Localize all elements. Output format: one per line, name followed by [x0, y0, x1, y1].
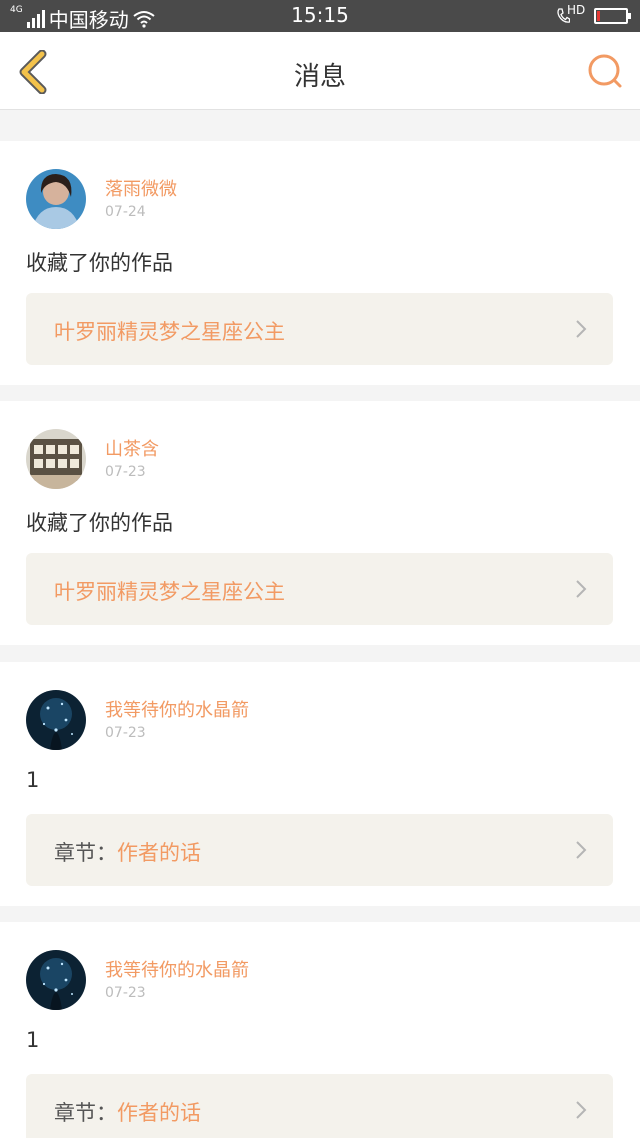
- message-date: 07-23: [105, 985, 146, 1001]
- avatar[interactable]: [26, 950, 86, 1010]
- link-text: 章节：作者的话: [54, 837, 201, 867]
- link-text: 叶罗丽精灵梦之星座公主: [54, 316, 285, 346]
- message-date: 07-23: [105, 725, 146, 741]
- battery-icon: [594, 8, 631, 24]
- header: 消息: [0, 32, 640, 110]
- link-title: 作者的话: [117, 841, 201, 865]
- chevron-right-icon: [576, 1101, 587, 1119]
- page-title: 消息: [293, 62, 346, 92]
- message-text: 收藏了你的作品: [26, 511, 173, 535]
- username[interactable]: 山茶含: [105, 435, 159, 461]
- chevron-right-icon: [576, 320, 587, 338]
- message-date: 07-24: [105, 204, 146, 220]
- work-link[interactable]: 叶罗丽精灵梦之星座公主: [26, 553, 613, 625]
- link-text: 章节：作者的话: [54, 1097, 201, 1127]
- avatar[interactable]: [26, 690, 86, 750]
- username[interactable]: 落雨微微: [105, 175, 177, 201]
- link-text: 叶罗丽精灵梦之星座公主: [54, 576, 285, 606]
- link-title: 作者的话: [117, 1101, 201, 1125]
- username[interactable]: 我等待你的水晶箭: [105, 956, 249, 982]
- back-icon[interactable]: [16, 50, 52, 94]
- work-link[interactable]: 叶罗丽精灵梦之星座公主: [26, 293, 613, 365]
- avatar[interactable]: [26, 429, 86, 489]
- chevron-right-icon: [576, 841, 587, 859]
- search-icon[interactable]: [586, 52, 624, 92]
- message-date: 07-23: [105, 464, 146, 480]
- message-card: 落雨微微 07-24 收藏了你的作品 叶罗丽精灵梦之星座公主: [0, 141, 640, 385]
- link-title: 叶罗丽精灵梦之星座公主: [54, 580, 285, 604]
- link-prefix: 章节：: [54, 1101, 117, 1125]
- chevron-right-icon: [576, 580, 587, 598]
- link-title: 叶罗丽精灵梦之星座公主: [54, 320, 285, 344]
- message-text: 收藏了你的作品: [26, 251, 173, 275]
- link-prefix: 章节：: [54, 841, 117, 865]
- hd-label: HD: [567, 3, 586, 17]
- username[interactable]: 我等待你的水晶箭: [105, 696, 249, 722]
- message-text: 1: [26, 768, 40, 792]
- clock: 15:15: [291, 3, 349, 27]
- message-card: 山茶含 07-23 收藏了你的作品 叶罗丽精灵梦之星座公主: [0, 401, 640, 645]
- message-text: 1: [26, 1028, 40, 1052]
- message-card: 我等待你的水晶箭 07-23 1 章节：作者的话: [0, 662, 640, 906]
- message-card: 我等待你的水晶箭 07-23 1 章节：作者的话: [0, 922, 640, 1138]
- chapter-link[interactable]: 章节：作者的话: [26, 1074, 613, 1138]
- chapter-link[interactable]: 章节：作者的话: [26, 814, 613, 886]
- avatar[interactable]: [26, 169, 86, 229]
- status-bar: 4G 中国移动 15:15 HD: [0, 0, 640, 32]
